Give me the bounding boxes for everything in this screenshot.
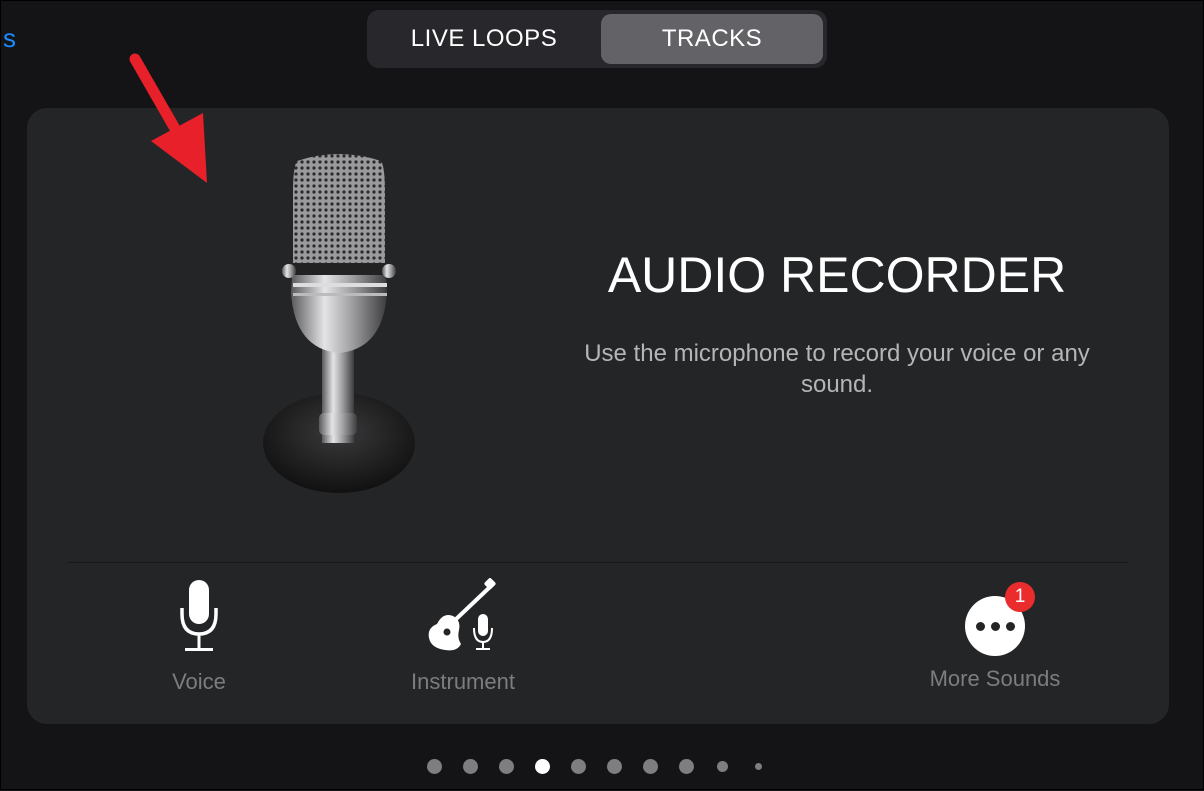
- card-description: Use the microphone to record your voice …: [584, 340, 1090, 398]
- tab-live-loops[interactable]: LIVE LOOPS: [371, 14, 597, 64]
- more-sounds-option[interactable]: 1 More Sounds: [907, 578, 1083, 692]
- more-sounds-label: More Sounds: [929, 666, 1061, 691]
- page-indicator[interactable]: [1, 757, 1204, 775]
- segmented-control: LIVE LOOPS TRACKS: [367, 10, 827, 68]
- page-dot[interactable]: [570, 758, 586, 774]
- instrument-label: Instrument: [411, 669, 515, 694]
- instrument-card[interactable]: AUDIO RECORDER Use the microphone to rec…: [27, 108, 1169, 724]
- microphone-icon: [180, 580, 218, 651]
- page-dot[interactable]: [498, 758, 514, 774]
- page-dot[interactable]: [606, 758, 622, 774]
- divider: [67, 562, 1129, 563]
- voice-label: Voice: [172, 669, 226, 694]
- voice-option[interactable]: Voice: [147, 578, 251, 695]
- page-dot[interactable]: [462, 758, 478, 774]
- card-title: AUDIO RECORDER: [607, 247, 1067, 303]
- tab-tracks[interactable]: TRACKS: [601, 14, 823, 64]
- notification-badge: 1: [1005, 582, 1035, 612]
- microphone-illustration[interactable]: [227, 153, 447, 503]
- page-dot-active[interactable]: [534, 758, 550, 774]
- instrument-option[interactable]: Instrument: [389, 578, 537, 695]
- page-dot[interactable]: [716, 760, 728, 772]
- guitar-microphone-icon: [428, 578, 496, 651]
- page-dot[interactable]: [678, 758, 694, 774]
- page-dot[interactable]: [642, 758, 658, 774]
- back-link[interactable]: s: [3, 23, 16, 54]
- ellipsis-icon: 1: [965, 582, 1035, 656]
- page-dot[interactable]: [754, 762, 762, 770]
- page-dot[interactable]: [426, 758, 442, 774]
